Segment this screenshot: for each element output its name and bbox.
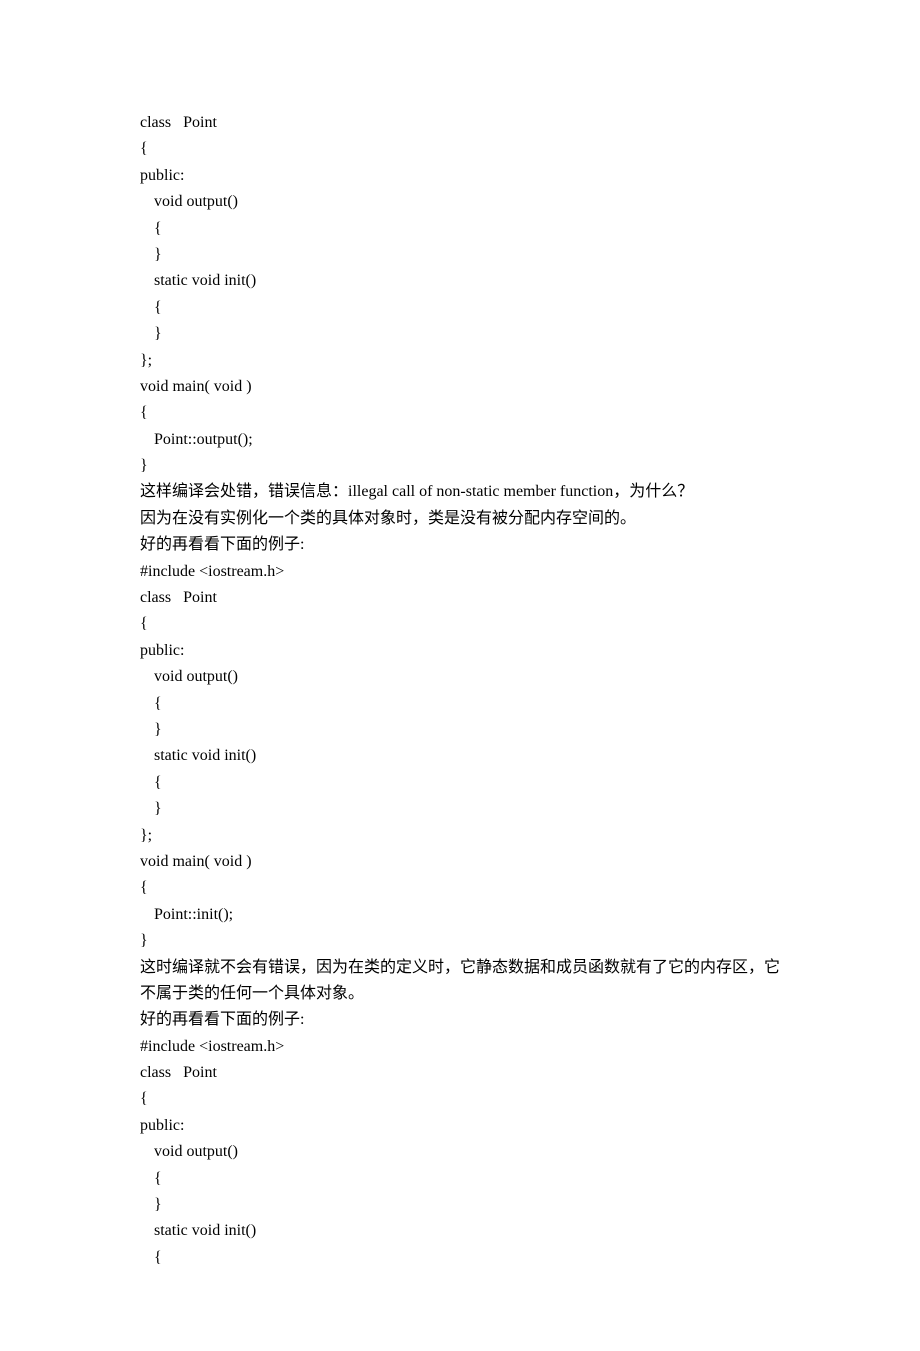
text-line: }	[140, 453, 780, 479]
text-line: {	[140, 295, 780, 321]
text-line: 这样编译会处错，错误信息：illegal call of non-static …	[140, 479, 780, 505]
text-line: static void init()	[140, 1218, 780, 1244]
text-line: 不属于类的任何一个具体对象。	[140, 981, 780, 1007]
text-line: {	[140, 1166, 780, 1192]
text-line: {	[140, 691, 780, 717]
text-line: {	[140, 400, 780, 426]
text-line: 这时编译就不会有错误，因为在类的定义时，它静态数据和成员函数就有了它的内存区，它	[140, 955, 780, 981]
text-line: public:	[140, 1113, 780, 1139]
text-line: public:	[140, 163, 780, 189]
text-line: }	[140, 321, 780, 347]
text-line: 好的再看看下面的例子:	[140, 532, 780, 558]
text-line: }	[140, 928, 780, 954]
text-line: }	[140, 796, 780, 822]
text-line: {	[140, 875, 780, 901]
text-line: static void init()	[140, 268, 780, 294]
text-line: };	[140, 823, 780, 849]
text-line: class Point	[140, 110, 780, 136]
text-line: {	[140, 136, 780, 162]
text-line: Point::output();	[140, 427, 780, 453]
text-line: {	[140, 1245, 780, 1271]
text-line: {	[140, 611, 780, 637]
text-line: void output()	[140, 664, 780, 690]
text-line: #include <iostream.h>	[140, 1034, 780, 1060]
text-line: void main( void )	[140, 849, 780, 875]
document-content: class Point{public:void output(){}static…	[140, 110, 780, 1271]
text-line: public:	[140, 638, 780, 664]
text-line: void output()	[140, 1139, 780, 1165]
text-line: {	[140, 770, 780, 796]
text-line: }	[140, 717, 780, 743]
text-line: Point::init();	[140, 902, 780, 928]
text-line: class Point	[140, 1060, 780, 1086]
text-line: static void init()	[140, 743, 780, 769]
text-line: {	[140, 1086, 780, 1112]
text-line: #include <iostream.h>	[140, 559, 780, 585]
text-line: {	[140, 216, 780, 242]
text-line: void output()	[140, 189, 780, 215]
text-line: class Point	[140, 585, 780, 611]
text-line: };	[140, 348, 780, 374]
text-line: 因为在没有实例化一个类的具体对象时，类是没有被分配内存空间的。	[140, 506, 780, 532]
text-line: 好的再看看下面的例子:	[140, 1007, 780, 1033]
text-line: }	[140, 242, 780, 268]
text-line: void main( void )	[140, 374, 780, 400]
text-line: }	[140, 1192, 780, 1218]
